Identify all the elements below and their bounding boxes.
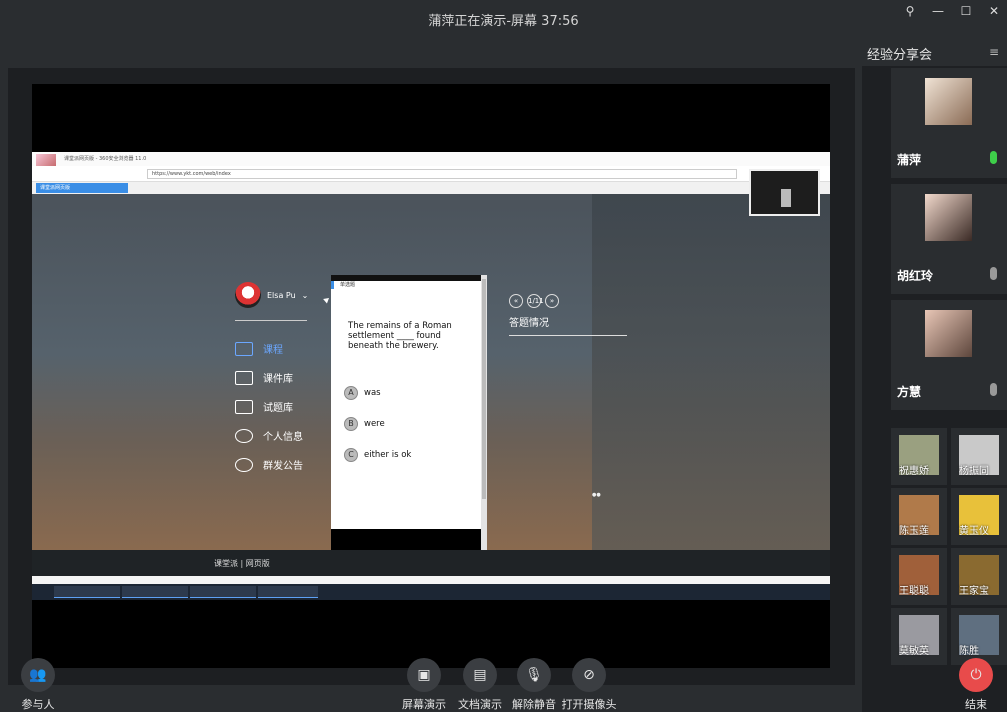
shared-browser-window: 课堂派网页版 - 360安全浏览器 11.0 https://www.ykt.c… [32, 152, 830, 600]
web-app-stage: Elsa Pu ⌄ 课程 课件库 试题库 个人信息 群发公告 单选题 The r… [32, 194, 830, 552]
browser-status-bar [32, 576, 830, 584]
profile-icon [235, 428, 253, 443]
screen-icon: ▣ [407, 658, 441, 692]
list-icon[interactable]: ≡ [989, 45, 999, 59]
participant-tile[interactable]: 王聪聪 [891, 548, 947, 605]
globe-icon [235, 457, 253, 472]
option-b: Bwere [344, 417, 385, 431]
participant-sidebar: 经验分享会 ≡ 蒲萍 胡红玲 方慧 祝惠娇 杨振同 陈玉莲 黄玉仪 王聪聪 王家… [862, 38, 1007, 712]
footer-brand: 课堂派 | 网页版 [214, 559, 270, 568]
taskbar-item [258, 586, 318, 598]
participant-tile[interactable]: 黄玉仪 [951, 488, 1007, 545]
minimize-icon[interactable]: — [931, 4, 945, 18]
menu-item-announce: 群发公告 [235, 450, 325, 479]
user-profile: Elsa Pu ⌄ [235, 282, 308, 308]
mic-muted-icon: 🎙 [517, 658, 551, 692]
mic-icon [990, 267, 997, 280]
background-blur [592, 194, 830, 550]
mouse-cursor [323, 298, 330, 304]
menu-item-course: 课程 [235, 334, 325, 363]
avatar [235, 282, 261, 308]
speaker-card[interactable]: 胡红玲 [891, 184, 1007, 294]
power-icon: ⏻ [959, 658, 993, 692]
wechat-icon: ●● [592, 492, 601, 498]
side-menu: 课程 课件库 试题库 个人信息 群发公告 [235, 334, 325, 479]
avatar [925, 310, 972, 357]
participant-tile[interactable]: 陈胜 [951, 608, 1007, 665]
courseware-icon [235, 370, 253, 385]
speaker-card[interactable]: 方慧 [891, 300, 1007, 410]
menu-item-profile: 个人信息 [235, 421, 325, 450]
browser-title: 课堂派网页版 - 360安全浏览器 11.0 [64, 156, 147, 162]
option-a: Awas [344, 386, 381, 400]
people-icon: 👥 [21, 658, 55, 692]
window-title: 蒲萍正在演示-屏幕 37:56 [428, 14, 579, 29]
participant-tile[interactable]: 杨振同 [951, 428, 1007, 485]
camera-off-icon: ⊘ [572, 658, 606, 692]
chevron-down-icon: ⌄ [301, 290, 309, 300]
end-button[interactable]: ⏻ 结束 [941, 658, 1007, 712]
folder-icon: ▤ [463, 658, 497, 692]
avatar [925, 78, 972, 125]
participant-tile[interactable]: 王家宝 [951, 548, 1007, 605]
mic-icon [990, 151, 997, 164]
user-name: Elsa Pu [267, 290, 296, 300]
next-icon: » [545, 294, 559, 308]
menu-divider [235, 320, 307, 321]
browser-title-bar: 课堂派网页版 - 360安全浏览器 11.0 [32, 152, 830, 174]
preview-tab: 单选题 [331, 281, 481, 289]
taskbar-item [122, 586, 188, 598]
speaker-card[interactable]: 蒲萍 [891, 68, 1007, 178]
camera-button[interactable]: ⊘ 打开摄像头 [554, 658, 624, 712]
close-icon[interactable]: ✕ [987, 4, 1001, 18]
question-bank-icon [235, 399, 253, 414]
participant-tile[interactable]: 莫敏英 [891, 608, 947, 665]
page-indicator: 1/11 [527, 294, 544, 308]
question-text: The remains of a Roman settlement ____ f… [348, 321, 452, 351]
address-bar: https://www.ykt.com/web/index [32, 166, 830, 182]
meeting-title: 经验分享会 [867, 48, 933, 63]
question-preview: 单选题 The remains of a Roman settlement __… [331, 275, 487, 552]
presenter-thumbnail [749, 169, 820, 216]
title-bar: 蒲萍正在演示-屏幕 37:56 ⚲ — ☐ ✕ [0, 0, 1007, 38]
menu-item-courseware: 课件库 [235, 363, 325, 392]
meeting-toolbar: 👥 参与人 ▣ 屏幕演示 ▤ 文档演示 🎙 解除静音 ⊘ 打开摄像头 ⏻ 结束 [0, 658, 1007, 712]
taskbar-item [54, 586, 120, 598]
shared-taskbar [32, 584, 830, 600]
menu-item-question-bank: 试题库 [235, 392, 325, 421]
option-c: Ceither is ok [344, 448, 411, 462]
answer-panel: « 1/11» 答题情况 [509, 294, 629, 336]
answer-title: 答题情况 [509, 318, 549, 329]
browser-tab: 课堂派网页版 [36, 183, 128, 193]
web-footer: 课堂派 | 网页版 [32, 550, 830, 576]
url-field: https://www.ykt.com/web/index [147, 169, 737, 179]
avatar [925, 194, 972, 241]
prev-icon: « [509, 294, 523, 308]
participant-tile[interactable]: 陈玉莲 [891, 488, 947, 545]
preview-scrollbar [481, 275, 487, 552]
maximize-icon[interactable]: ☐ [959, 4, 973, 18]
participants-button[interactable]: 👥 参与人 [3, 658, 73, 712]
course-icon [235, 341, 253, 356]
participant-tile[interactable]: 祝惠娇 [891, 428, 947, 485]
taskbar-item [190, 586, 256, 598]
mic-icon [990, 383, 997, 396]
pin-icon[interactable]: ⚲ [903, 4, 917, 18]
